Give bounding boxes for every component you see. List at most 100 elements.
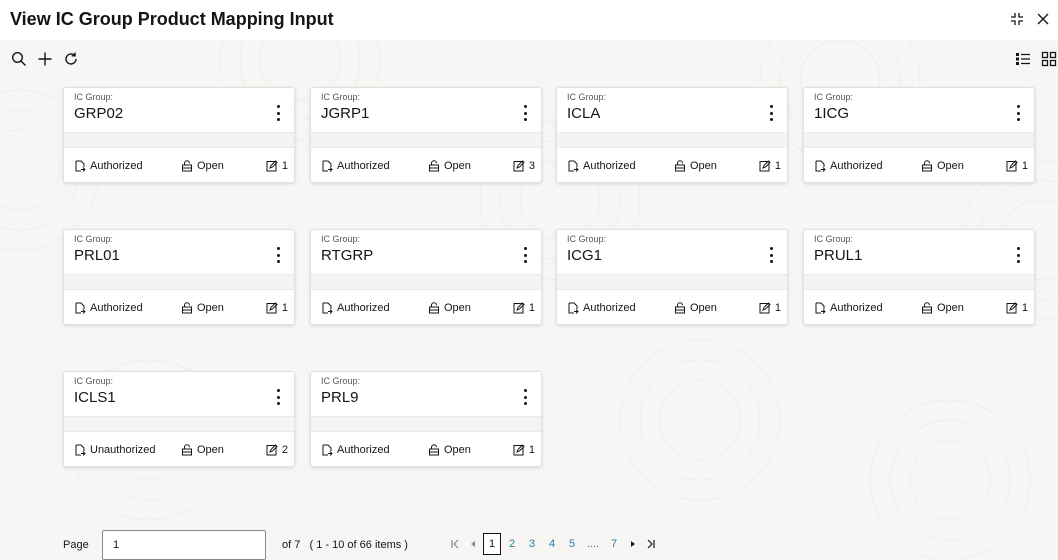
more-actions-icon[interactable] [765,246,777,264]
card-divider [64,132,294,148]
list-view-icon[interactable] [1014,50,1032,68]
plus-icon[interactable] [36,50,54,68]
modification-number: 1 [1021,160,1028,172]
close-icon[interactable] [1034,10,1052,28]
modification-count: 1 [1006,302,1028,314]
record-card[interactable]: IC Group: PRL01 Authorized Open 1 [63,229,295,325]
record-card[interactable]: IC Group: RTGRP Authorized Open 1 [310,229,542,325]
record-card[interactable]: IC Group: 1ICG Authorized Open 1 [803,87,1035,183]
record-status: Open [674,160,717,172]
unlock-icon [181,444,193,456]
more-actions-icon[interactable] [1012,246,1024,264]
record-card[interactable]: IC Group: GRP02 Authorized Open 1 [63,87,295,183]
page-number[interactable]: 3 [523,533,541,555]
edit-icon [266,302,278,314]
refresh-icon[interactable] [62,50,80,68]
more-actions-icon[interactable] [272,104,284,122]
modification-number: 1 [774,302,781,314]
record-status-text: Open [444,302,471,314]
search-icon[interactable] [10,50,28,68]
modification-number: 1 [281,302,288,314]
modification-count: 1 [759,160,781,172]
card-divider [804,274,1034,290]
more-actions-icon[interactable] [272,388,284,406]
grid-view-icon[interactable] [1040,50,1058,68]
modification-number: 1 [1021,302,1028,314]
auth-status: Authorized [321,444,390,456]
page-number[interactable]: 5 [563,533,581,555]
last-page-number[interactable]: 7 [605,533,623,555]
minimize-icon[interactable] [1008,10,1026,28]
card-header: IC Group: GRP02 [64,88,294,132]
card-header: IC Group: PRUL1 [804,230,1034,274]
card-header: IC Group: ICLS1 [64,372,294,416]
auth-status-text: Authorized [583,160,636,172]
last-page-icon[interactable] [642,533,660,555]
card-field-label: IC Group: [321,234,361,244]
next-page-icon[interactable] [624,533,642,555]
modification-number: 1 [281,160,288,172]
record-status-text: Open [197,444,224,456]
edit-icon [266,444,278,456]
more-actions-icon[interactable] [519,246,531,264]
auth-status: Authorized [74,160,143,172]
first-page-icon[interactable] [446,533,464,555]
modification-number: 2 [281,444,288,456]
record-card[interactable]: IC Group: ICG1 Authorized Open 1 [556,229,788,325]
record-status-text: Open [690,302,717,314]
more-actions-icon[interactable] [272,246,284,264]
record-card[interactable]: IC Group: JGRP1 Authorized Open 3 [310,87,542,183]
modification-count: 1 [513,302,535,314]
card-divider [311,416,541,432]
page-number[interactable]: 2 [503,533,521,555]
page-ellipsis: .... [586,538,600,550]
card-field-label: IC Group: [74,234,114,244]
record-card[interactable]: IC Group: PRUL1 Authorized Open 1 [803,229,1035,325]
record-status: Open [428,444,471,456]
record-card[interactable]: IC Group: ICLA Authorized Open 1 [556,87,788,183]
card-field-value: PRL01 [74,247,120,264]
page-input[interactable] [102,530,266,560]
previous-page-icon[interactable] [464,533,482,555]
auth-status-text: Authorized [90,160,143,172]
card-divider [64,274,294,290]
auth-status: Authorized [321,302,390,314]
page-title: View IC Group Product Mapping Input [10,9,334,29]
record-card[interactable]: IC Group: PRL9 Authorized Open 1 [310,371,542,467]
modification-number: 1 [774,160,781,172]
record-status-text: Open [937,302,964,314]
card-footer: Authorized Open 1 [64,290,294,326]
record-status: Open [674,302,717,314]
more-actions-icon[interactable] [519,104,531,122]
page-label: Page [63,539,89,551]
more-actions-icon[interactable] [765,104,777,122]
card-footer: Authorized Open 1 [557,148,787,184]
unlock-icon [921,160,933,172]
card-field-value: PRL9 [321,389,359,406]
record-card[interactable]: IC Group: ICLS1 Unauthorized Open 2 [63,371,295,467]
card-field-value: JGRP1 [321,105,370,122]
edit-icon [759,302,771,314]
page-navigation: 12345 .... 7 [446,533,660,555]
card-divider [64,416,294,432]
more-actions-icon[interactable] [519,388,531,406]
page-number[interactable]: 4 [543,533,561,555]
record-status: Open [181,160,224,172]
card-field-value: PRUL1 [814,247,863,264]
card-divider [311,274,541,290]
card-divider [311,132,541,148]
record-status-text: Open [690,160,717,172]
more-actions-icon[interactable] [1012,104,1024,122]
card-field-value: GRP02 [74,105,124,122]
card-footer: Authorized Open 3 [311,148,541,184]
card-footer: Authorized Open 1 [64,148,294,184]
card-footer: Authorized Open 1 [311,432,541,468]
edit-icon [1006,302,1018,314]
modification-count: 1 [513,444,535,456]
card-divider [557,132,787,148]
card-header: IC Group: ICG1 [557,230,787,274]
record-status-text: Open [937,160,964,172]
page-numbers: 12345 [482,533,582,555]
edit-icon [513,160,525,172]
page-number[interactable]: 1 [483,533,501,555]
